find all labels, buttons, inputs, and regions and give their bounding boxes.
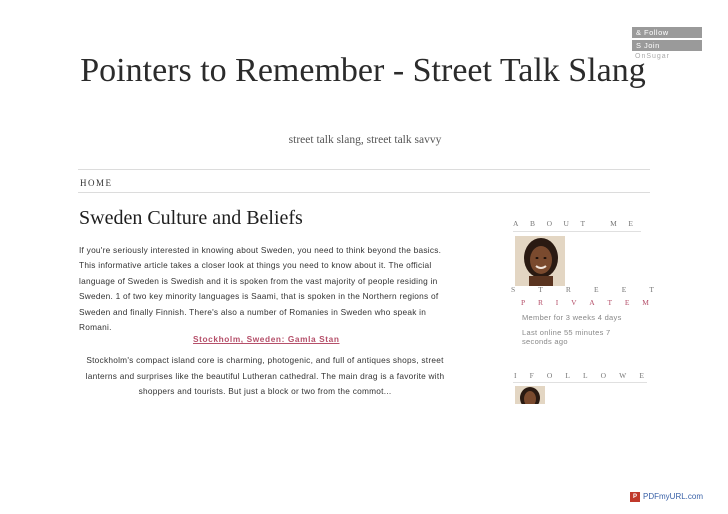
i-follow-rule	[513, 382, 647, 383]
user-name-line-2[interactable]: PRIVATEM	[521, 298, 649, 307]
site-tagline: street talk slang, street talk savvy	[288, 134, 442, 146]
follow-button-label: Follow	[644, 28, 669, 37]
followed-user-avatar[interactable]	[515, 386, 545, 404]
spaced-letter: P	[521, 298, 526, 307]
spaced-letter: F	[529, 371, 534, 380]
spaced-letter: O	[600, 371, 607, 380]
spaced-letter: T	[649, 285, 654, 294]
spaced-letter: R	[565, 285, 571, 294]
spaced-letter: I	[514, 371, 517, 380]
spaced-letter: A	[589, 298, 595, 307]
spaced-letter: I	[555, 298, 559, 307]
spaced-letter: B	[529, 219, 535, 228]
sugar-s-icon: S	[636, 41, 642, 50]
followed-avatar-image	[515, 386, 545, 404]
spaced-letter: E	[639, 371, 644, 380]
post-paragraph: If you're seriously interested in knowin…	[79, 245, 442, 333]
nav-home-link[interactable]: HOME	[80, 178, 113, 188]
spaced-letter: M	[610, 219, 617, 228]
spaced-letter: L	[583, 371, 588, 380]
spaced-letter: S	[511, 285, 516, 294]
spaced-letter: E	[624, 298, 630, 307]
spaced-letter: L	[565, 371, 570, 380]
follow-button[interactable]: & Follow	[632, 27, 702, 38]
last-online-status: Last online 55 minutes 7 seconds ago	[522, 328, 611, 346]
join-button[interactable]: S Join	[632, 40, 702, 51]
spaced-letter: M	[642, 298, 649, 307]
spaced-letter: W	[619, 371, 627, 380]
spaced-letter: T	[607, 298, 613, 307]
member-duration: Member for 3 weeks 4 days	[522, 313, 622, 322]
spaced-letter: E	[594, 285, 599, 294]
spaced-letter: T	[538, 285, 543, 294]
spaced-letter: T	[580, 219, 586, 228]
i-follow-heading: IFOLLOWE	[514, 371, 644, 380]
related-article-link[interactable]: Stockholm, Sweden: Gamla Stan	[193, 334, 340, 344]
pdfmyurl-badge[interactable]: P PDFmyURL.com	[630, 492, 703, 502]
spaced-letter: O	[546, 219, 552, 228]
spaced-letter: U	[563, 219, 569, 228]
join-button-label: Join	[644, 41, 660, 50]
avatar[interactable]	[515, 236, 565, 286]
about-me-heading: ABOUT ME	[513, 219, 633, 228]
ampersand-icon: &	[636, 28, 642, 37]
post-title[interactable]: Sweden Culture and Beliefs	[79, 207, 303, 230]
avatar-image	[515, 236, 565, 286]
related-article-excerpt: Stockholm's compact island core is charm…	[85, 355, 445, 396]
spaced-letter: R	[537, 298, 543, 307]
pdf-icon: P	[630, 492, 640, 502]
post-body: If you're seriously interested in knowin…	[79, 243, 451, 335]
header-divider	[78, 169, 650, 170]
pdfmyurl-label: PDFmyURL.com	[643, 492, 704, 502]
user-name-line-1[interactable]: STREET	[511, 285, 654, 294]
nav-divider	[78, 192, 650, 193]
spaced-letter: A	[513, 219, 519, 228]
spaced-letter: V	[571, 298, 577, 307]
spaced-letter	[597, 219, 599, 228]
spaced-letter: E	[621, 285, 627, 294]
about-me-rule	[513, 231, 641, 232]
spaced-letter: O	[546, 371, 553, 380]
site-title[interactable]: Pointers to Remember - Street Talk Slang	[78, 52, 648, 90]
spaced-letter: E	[628, 219, 633, 228]
